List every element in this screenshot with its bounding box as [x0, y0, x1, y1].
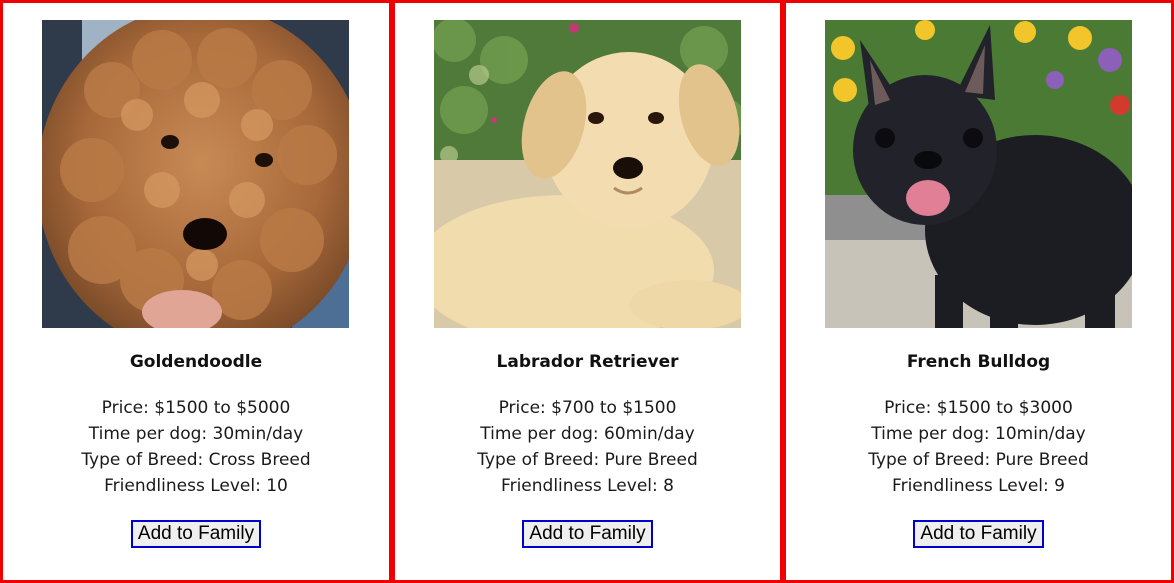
- dog-card-goldendoodle: Goldendoodle Price: $1500 to $5000 Time …: [0, 0, 392, 583]
- dog-details: Price: $1500 to $3000 Time per dog: 10mi…: [786, 395, 1171, 499]
- dog-friendliness: Friendliness Level: 9: [892, 476, 1065, 496]
- dog-card-row: Goldendoodle Price: $1500 to $5000 Time …: [0, 0, 1174, 583]
- button-wrapper: Add to Family: [395, 520, 780, 548]
- dog-breed-type: Type of Breed: Cross Breed: [81, 450, 311, 470]
- dog-time: Time per dog: 30min/day: [88, 424, 304, 444]
- dog-breed-type: Type of Breed: Pure Breed: [477, 450, 698, 470]
- add-to-family-button[interactable]: Add to Family: [913, 520, 1044, 548]
- dog-time: Time per dog: 60min/day: [480, 424, 695, 444]
- dog-price: Price: $1500 to $5000: [101, 398, 291, 418]
- dog-friendliness: Friendliness Level: 8: [501, 476, 674, 496]
- button-wrapper: Add to Family: [3, 520, 389, 548]
- dog-card-french-bulldog: French Bulldog Price: $1500 to $3000 Tim…: [783, 0, 1174, 583]
- dog-breed-type: Type of Breed: Pure Breed: [868, 450, 1089, 470]
- labrador-photo: [434, 20, 741, 328]
- add-to-family-button[interactable]: Add to Family: [130, 520, 262, 548]
- add-to-family-button[interactable]: Add to Family: [522, 520, 653, 548]
- goldendoodle-photo: [42, 20, 349, 328]
- button-wrapper: Add to Family: [786, 520, 1171, 548]
- dog-details: Price: $1500 to $5000 Time per dog: 30mi…: [3, 395, 389, 499]
- dog-card-labrador-retriever: Labrador Retriever Price: $700 to $1500 …: [392, 0, 783, 583]
- dog-price: Price: $700 to $1500: [498, 398, 677, 418]
- french-bulldog-photo: [825, 20, 1132, 328]
- dog-name: Labrador Retriever: [496, 352, 679, 372]
- dog-name: Goldendoodle: [129, 352, 263, 372]
- dog-name: French Bulldog: [906, 352, 1051, 372]
- dog-time: Time per dog: 10min/day: [871, 424, 1086, 444]
- dog-friendliness: Friendliness Level: 10: [104, 476, 288, 496]
- dog-price: Price: $1500 to $3000: [884, 398, 1073, 418]
- dog-details: Price: $700 to $1500 Time per dog: 60min…: [395, 395, 780, 499]
